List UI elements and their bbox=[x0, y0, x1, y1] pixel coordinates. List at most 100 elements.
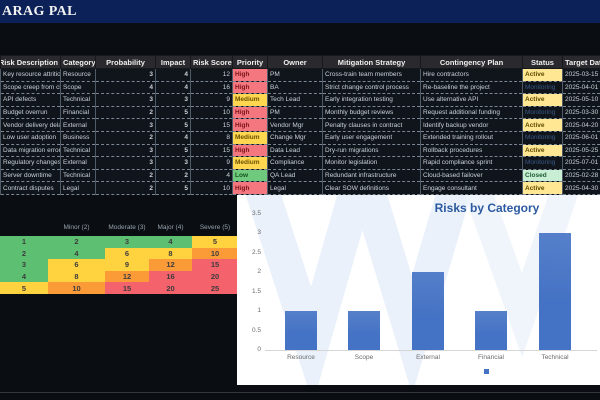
cell-status[interactable]: Monitoring bbox=[523, 81, 563, 94]
cell-owner[interactable]: Data Lead bbox=[268, 144, 323, 157]
cell-risk-score[interactable]: 15 bbox=[191, 144, 233, 157]
cell-risk-score[interactable]: 12 bbox=[191, 69, 233, 82]
cell-impact[interactable]: 2 bbox=[156, 169, 191, 182]
cell-description[interactable]: API defects bbox=[1, 94, 61, 107]
cell-owner[interactable]: PM bbox=[268, 69, 323, 82]
cell-contingency[interactable]: Rapid compliance sprint bbox=[421, 157, 523, 170]
cell-mitigation[interactable]: Penalty clauses in contract bbox=[323, 119, 421, 132]
cell-category[interactable]: Financial bbox=[61, 106, 96, 119]
cell-probability[interactable]: 4 bbox=[96, 81, 156, 94]
cell-impact[interactable]: 3 bbox=[156, 157, 191, 170]
cell-mitigation[interactable]: Cross-train team members bbox=[323, 69, 421, 82]
cell-risk-score[interactable]: 16 bbox=[191, 81, 233, 94]
cell-priority[interactable]: Medium bbox=[233, 94, 268, 107]
cell-category[interactable]: Scope bbox=[61, 81, 96, 94]
cell-description[interactable]: Low user adoption bbox=[1, 131, 61, 144]
matrix-cell[interactable]: 8 bbox=[48, 271, 105, 283]
cell-category[interactable]: Technical bbox=[61, 144, 96, 157]
chart-bar-scope[interactable] bbox=[348, 311, 380, 350]
matrix-cell[interactable]: 8 bbox=[149, 248, 192, 260]
cell-description[interactable]: Data migration errors bbox=[1, 144, 61, 157]
cell-priority[interactable]: High bbox=[233, 81, 268, 94]
column-header-category[interactable]: Category bbox=[61, 56, 96, 69]
cell-contingency[interactable]: Request additional funding bbox=[421, 106, 523, 119]
cell-contingency[interactable]: Rollback procedures bbox=[421, 144, 523, 157]
cell-priority[interactable]: High bbox=[233, 106, 268, 119]
cell-owner[interactable]: PM bbox=[268, 106, 323, 119]
cell-status[interactable]: Monitoring bbox=[523, 106, 563, 119]
matrix-cell[interactable]: 10 bbox=[48, 282, 105, 294]
matrix-cell[interactable]: 15 bbox=[105, 282, 149, 294]
cell-target-date[interactable]: 2025-03-30 bbox=[563, 106, 600, 119]
matrix-cell[interactable]: 5 bbox=[192, 236, 238, 248]
chart-bar-external[interactable] bbox=[412, 272, 444, 350]
cell-description[interactable]: Key resource attrition bbox=[1, 69, 61, 82]
cell-probability[interactable]: 2 bbox=[96, 169, 156, 182]
matrix-cell[interactable]: 15 bbox=[192, 259, 238, 271]
cell-mitigation[interactable]: Early integration testing bbox=[323, 94, 421, 107]
cell-category[interactable]: Technical bbox=[61, 169, 96, 182]
cell-description[interactable]: Regulatory changes bbox=[1, 157, 61, 170]
cell-risk-score[interactable]: 10 bbox=[191, 182, 233, 195]
cell-target-date[interactable]: 2025-05-25 bbox=[563, 144, 600, 157]
cell-mitigation[interactable]: Clear SOW definitions bbox=[323, 182, 421, 195]
cell-description[interactable]: Contract disputes bbox=[1, 182, 61, 195]
cell-contingency[interactable]: Identify backup vendor bbox=[421, 119, 523, 132]
cell-description[interactable]: Scope creep from client bbox=[1, 81, 61, 94]
matrix-cell[interactable]: 9 bbox=[105, 259, 149, 271]
cell-probability[interactable]: 3 bbox=[96, 157, 156, 170]
cell-probability[interactable]: 3 bbox=[96, 94, 156, 107]
column-header-probability[interactable]: Probability bbox=[96, 56, 156, 69]
cell-target-date[interactable]: 2025-06-01 bbox=[563, 131, 600, 144]
matrix-cell[interactable]: 3 bbox=[105, 236, 149, 248]
cell-contingency[interactable]: Hire contractors bbox=[421, 69, 523, 82]
cell-owner[interactable]: Change Mgr bbox=[268, 131, 323, 144]
cell-probability[interactable]: 2 bbox=[96, 106, 156, 119]
cell-status[interactable]: Active bbox=[523, 94, 563, 107]
matrix-cell[interactable]: 10 bbox=[192, 248, 238, 260]
column-header-priority[interactable]: Priority bbox=[233, 56, 268, 69]
cell-priority[interactable]: Low bbox=[233, 169, 268, 182]
column-header-impact[interactable]: Impact bbox=[156, 56, 191, 69]
matrix-cell[interactable]: 4 bbox=[149, 236, 192, 248]
cell-status[interactable]: Active bbox=[523, 144, 563, 157]
matrix-cell[interactable]: 6 bbox=[105, 248, 149, 260]
cell-category[interactable]: External bbox=[61, 119, 96, 132]
matrix-cell[interactable]: 20 bbox=[149, 282, 192, 294]
risks-by-category-chart[interactable]: Risks by Category 3.532.521.510.50Resour… bbox=[237, 195, 600, 385]
chart-bar-technical[interactable] bbox=[539, 233, 571, 350]
cell-impact[interactable]: 4 bbox=[156, 81, 191, 94]
cell-risk-score[interactable]: 9 bbox=[191, 94, 233, 107]
cell-category[interactable]: Resource bbox=[61, 69, 96, 82]
matrix-cell[interactable]: 6 bbox=[48, 259, 105, 271]
cell-risk-score[interactable]: 15 bbox=[191, 119, 233, 132]
cell-category[interactable]: Business bbox=[61, 131, 96, 144]
cell-description[interactable]: Budget overrun bbox=[1, 106, 61, 119]
cell-priority[interactable]: High bbox=[233, 69, 268, 82]
cell-target-date[interactable]: 2025-04-20 bbox=[563, 119, 600, 132]
cell-mitigation[interactable]: Dry-run migrations bbox=[323, 144, 421, 157]
cell-probability[interactable]: 2 bbox=[96, 131, 156, 144]
cell-status[interactable]: Closed bbox=[523, 169, 563, 182]
column-header-risk-description[interactable]: Risk Description bbox=[1, 56, 61, 69]
column-header-status[interactable]: Status bbox=[523, 56, 563, 69]
cell-mitigation[interactable]: Monitor legislation bbox=[323, 157, 421, 170]
column-header-contingency-plan[interactable]: Contingency Plan bbox=[421, 56, 523, 69]
cell-status[interactable]: Active bbox=[523, 119, 563, 132]
cell-status[interactable]: Active bbox=[523, 69, 563, 82]
cell-target-date[interactable]: 2025-04-01 bbox=[563, 81, 600, 94]
cell-priority[interactable]: High bbox=[233, 144, 268, 157]
cell-priority[interactable]: High bbox=[233, 119, 268, 132]
cell-priority[interactable]: High bbox=[233, 182, 268, 195]
cell-target-date[interactable]: 2025-03-15 bbox=[563, 69, 600, 82]
cell-target-date[interactable]: 2025-07-01 bbox=[563, 157, 600, 170]
cell-description[interactable]: Server downtime bbox=[1, 169, 61, 182]
cell-target-date[interactable]: 2025-02-28 bbox=[563, 169, 600, 182]
matrix-cell[interactable]: 2 bbox=[48, 236, 105, 248]
cell-probability[interactable]: 3 bbox=[96, 144, 156, 157]
cell-mitigation[interactable]: Early user engagement bbox=[323, 131, 421, 144]
matrix-cell[interactable]: 12 bbox=[105, 271, 149, 283]
cell-impact[interactable]: 5 bbox=[156, 106, 191, 119]
cell-owner[interactable]: Compliance bbox=[268, 157, 323, 170]
chart-bar-resource[interactable] bbox=[285, 311, 317, 350]
